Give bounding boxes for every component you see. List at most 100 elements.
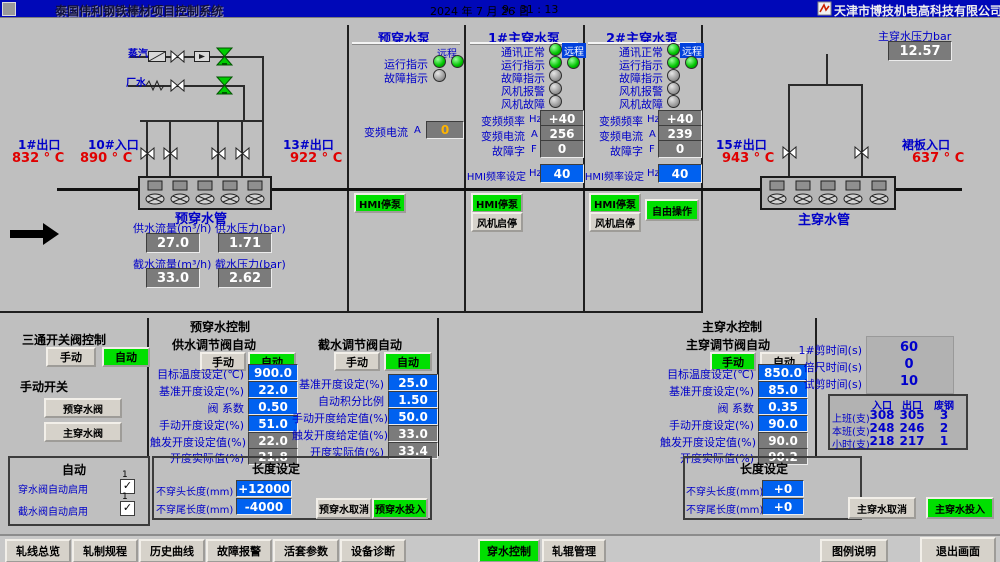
three-way-title: 三通开关阀控制 [22, 331, 106, 348]
pre-quench-cancel-button[interactable]: 预穿水取消 [316, 498, 372, 519]
motor-valve-open-icon[interactable] [216, 76, 233, 95]
steam-label: 蒸汽 [128, 45, 148, 60]
run-led [549, 56, 562, 69]
pump2-hmi-set-value[interactable]: 40 [658, 164, 702, 183]
param-label: 基准开度设定(%) [292, 376, 384, 392]
head-length-value[interactable]: +0 [762, 480, 804, 497]
nav-rolling-schedule[interactable]: 轧制规程 [72, 539, 138, 562]
temp5-value: 637 ° C [912, 151, 964, 166]
pump2-current-label: 变频电流 [585, 128, 643, 144]
count-scrap: 2 [930, 421, 958, 435]
company-name: 天津市博技机电高科技有限公司 [834, 2, 1000, 19]
pump1-fan-button[interactable]: 风机启停 [471, 212, 523, 232]
timer-value: 0 [884, 357, 934, 372]
main-valve-manual-button[interactable]: 主穿水阀 [44, 422, 122, 442]
temp3-value: 922 ° C [290, 151, 342, 166]
pump2-fan-fault-label: 风机故障 [585, 96, 663, 112]
pre-pump-current-unit: A [414, 125, 421, 136]
nav-roll-management[interactable]: 轧辊管理 [542, 539, 606, 562]
check-valve-icon [148, 51, 166, 62]
cut-ctrl-subtitle: 截水调节阀自动 [318, 336, 402, 353]
spray-valve-icon[interactable] [163, 147, 178, 160]
pre-pump-title: 预穿水泵 [378, 28, 430, 47]
param-setpoint[interactable]: 51.0 [248, 415, 298, 432]
main-quench-apply-button[interactable]: 主穿水投入 [926, 497, 994, 519]
param-setpoint[interactable]: 90.0 [758, 415, 808, 432]
valve-icon[interactable] [170, 79, 185, 92]
param-setpoint[interactable]: 1.50 [388, 391, 438, 408]
nav-exit-screen[interactable]: 退出画面 [920, 537, 996, 562]
head-length-value[interactable]: +12000 [236, 480, 292, 497]
pump2-stop-button[interactable]: HMI停泵 [589, 193, 641, 213]
pump1-fault-word-label: 故障字 [467, 143, 525, 159]
nav-history-curve[interactable]: 历史曲线 [139, 539, 205, 562]
auto-enable-label: 穿水阀自动启用 [18, 481, 88, 496]
main-ctrl-subtitle: 主穿调节阀自动 [686, 336, 770, 353]
spray-nozzle-icon [869, 180, 889, 206]
param-label: 手动开度设定(%) [660, 417, 754, 433]
tail-length-label: 不穿尾长度(mm) [686, 501, 758, 516]
nav-legend[interactable]: 图例说明 [820, 539, 888, 562]
valve-icon[interactable] [170, 50, 185, 63]
motor-valve-open-icon[interactable] [216, 47, 233, 66]
temp4-value: 943 ° C [722, 151, 774, 166]
cut-ctrl-auto-button[interactable]: 自动 [384, 352, 432, 371]
param-label: 阀 系数 [660, 400, 754, 416]
pre-quench-apply-button[interactable]: 预穿水投入 [372, 498, 428, 519]
param-setpoint[interactable]: 25.0 [388, 374, 438, 391]
pump1-stop-button[interactable]: HMI停泵 [471, 193, 523, 213]
nav-looper-params[interactable]: 活套参数 [273, 539, 339, 562]
spray-nozzle-icon [145, 180, 165, 206]
spray-valve-icon[interactable] [782, 146, 797, 159]
cut-valve-auto-checkbox[interactable] [120, 501, 135, 516]
pre-pump-stop-button[interactable]: HMI停泵 [354, 193, 406, 213]
three-way-manual-button[interactable]: 手动 [46, 347, 96, 367]
fan-alarm-led [667, 82, 680, 95]
nav-quench-control-active[interactable]: 穿水控制 [478, 539, 540, 562]
param-label: 手动开度设定(%) [150, 417, 244, 433]
cut-ctrl-manual-button[interactable]: 手动 [334, 352, 380, 371]
pump2-hmi-set-label: HMI频率设定 [578, 168, 644, 183]
pump2-fault-word-value: 0 [658, 140, 702, 158]
main-length-title: 长度设定 [740, 460, 788, 477]
three-way-auto-button[interactable]: 自动 [102, 347, 150, 367]
fan-fault-led [549, 95, 562, 108]
app-icon [2, 2, 16, 16]
pump1-current-label: 变频电流 [467, 128, 525, 144]
spray-valve-icon[interactable] [235, 147, 250, 160]
param-label: 阀 系数 [150, 400, 244, 416]
pipe [262, 56, 264, 189]
param-setpoint[interactable]: 0.35 [758, 398, 808, 415]
nav-fault-alarm[interactable]: 故障报警 [206, 539, 272, 562]
count-scrap: 3 [930, 408, 958, 422]
param-label: 目标温度设定(℃) [660, 366, 754, 382]
spray-valve-icon[interactable] [211, 147, 226, 160]
free-operation-button[interactable]: 自由操作 [645, 199, 699, 221]
param-setpoint[interactable]: 0.50 [248, 398, 298, 415]
comm-led [549, 43, 562, 56]
pipe-header [140, 120, 264, 122]
pump2-fan-button[interactable]: 风机启停 [589, 212, 641, 232]
main-quench-cancel-button[interactable]: 主穿水取消 [848, 497, 916, 519]
manual-switch-title: 手动开关 [20, 378, 68, 395]
plant-water-label: 厂水 [126, 74, 146, 89]
tail-length-value[interactable]: -4000 [236, 498, 292, 515]
pre-valve-manual-button[interactable]: 预穿水阀 [44, 398, 122, 418]
supply-pressure-value: 1.71 [218, 233, 272, 253]
param-setpoint[interactable]: 900.0 [248, 364, 298, 381]
param-setpoint[interactable]: 22.0 [248, 381, 298, 398]
tail-length-value[interactable]: +0 [762, 498, 804, 515]
pump1-hmi-set-label: HMI频率设定 [460, 168, 526, 183]
spray-valve-icon[interactable] [140, 147, 155, 160]
nav-mill-overview[interactable]: 轧线总览 [5, 539, 71, 562]
param-feedback: 22.0 [248, 432, 298, 449]
nav-equipment-diagnosis[interactable]: 设备诊断 [340, 539, 406, 562]
count-in: 218 [868, 434, 896, 448]
comm-led [667, 43, 680, 56]
param-setpoint[interactable]: 50.0 [388, 408, 438, 425]
spray-valve-icon[interactable] [854, 146, 869, 159]
spray-nozzle-icon [843, 180, 863, 206]
param-label: 手动开度给定值(%) [292, 410, 384, 426]
flow-direction-arrow-icon [43, 223, 59, 245]
pre-pump-current-label: 变频电流 [340, 124, 408, 140]
